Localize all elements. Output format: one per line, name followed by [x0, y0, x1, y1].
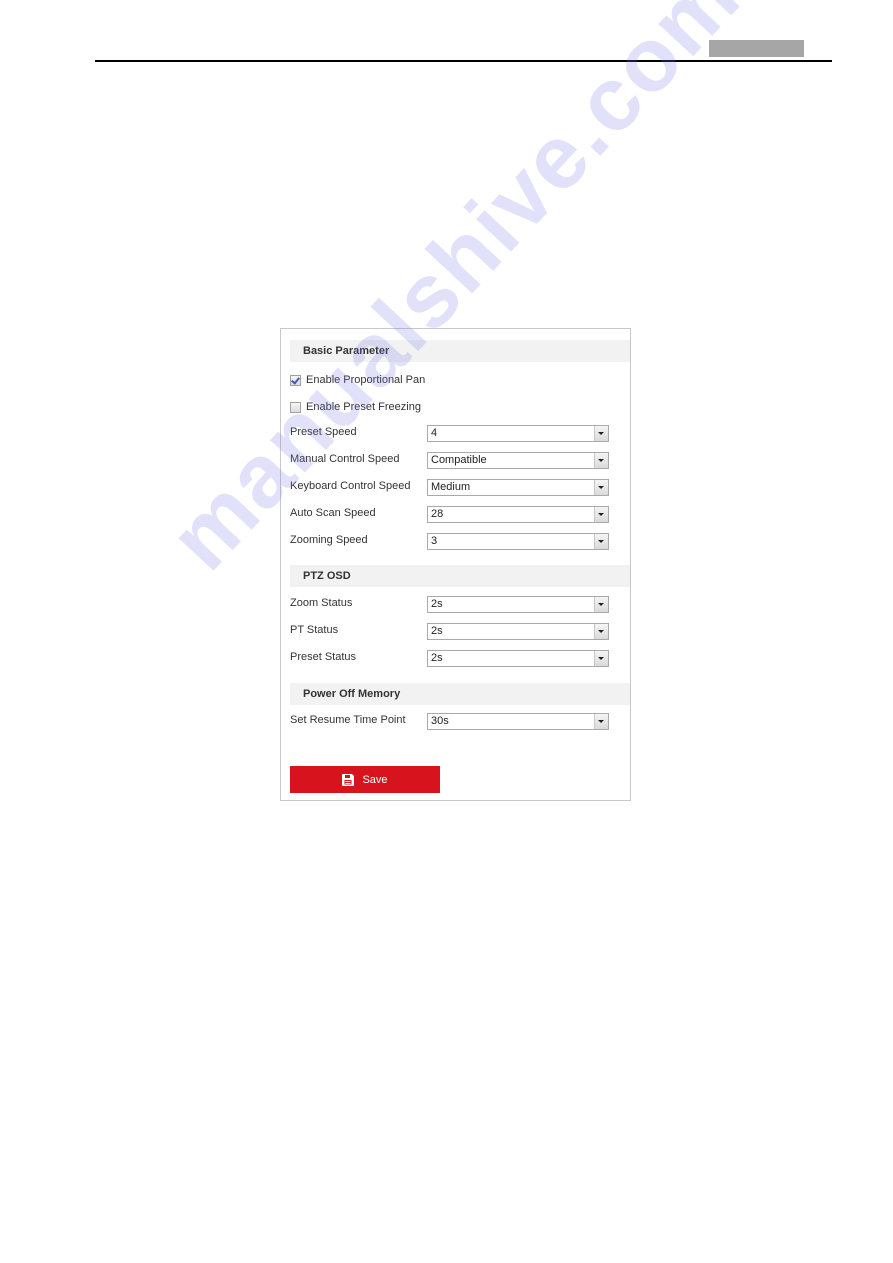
field-label: Preset Speed [290, 426, 357, 438]
dropdown-arrow-icon[interactable] [594, 651, 608, 666]
keyboard-control-speed-row: Keyboard Control Speed Medium [290, 479, 609, 496]
select-value: 2s [431, 652, 443, 664]
select-value: 3 [431, 535, 438, 547]
section-power-off-memory: Power Off Memory [290, 683, 630, 705]
field-label: Manual Control Speed [290, 453, 400, 465]
manual-control-speed-row: Manual Control Speed Compatible [290, 452, 609, 469]
checkbox-label: Enable Preset Freezing [306, 401, 421, 413]
select-value: 2s [431, 598, 443, 610]
select-value: 2s [431, 625, 443, 637]
pt-status-row: PT Status 2s [290, 623, 609, 640]
dropdown-arrow-icon[interactable] [594, 534, 608, 549]
field-label: Zoom Status [290, 597, 353, 609]
checkbox-unchecked-icon[interactable] [290, 401, 301, 413]
checkbox-label: Enable Proportional Pan [306, 374, 426, 386]
dropdown-arrow-icon[interactable] [594, 714, 608, 729]
zoom-status-row: Zoom Status 2s [290, 596, 609, 613]
checkbox-checked-icon[interactable] [290, 374, 301, 386]
section-basic-parameter: Basic Parameter [290, 340, 630, 362]
field-label: Set Resume Time Point [290, 714, 406, 726]
dropdown-arrow-icon[interactable] [594, 480, 608, 495]
resume-time-point-select[interactable]: 30s [427, 713, 609, 730]
floppy-disk-icon [342, 773, 355, 786]
select-value: 28 [431, 508, 444, 520]
select-value: Medium [431, 481, 471, 493]
ptz-settings-panel: Basic Parameter Enable Proportional Pan … [280, 328, 631, 801]
dropdown-arrow-icon[interactable] [594, 597, 608, 612]
dropdown-arrow-icon[interactable] [594, 507, 608, 522]
preset-speed-row: Preset Speed 4 [290, 425, 609, 442]
auto-scan-speed-row: Auto Scan Speed 28 [290, 506, 609, 523]
select-value: 4 [431, 427, 438, 439]
preset-status-row: Preset Status 2s [290, 650, 609, 667]
dropdown-arrow-icon[interactable] [594, 453, 608, 468]
zooming-speed-row: Zooming Speed 3 [290, 533, 609, 550]
keyboard-control-speed-select[interactable]: Medium [427, 479, 609, 496]
auto-scan-speed-select[interactable]: 28 [427, 506, 609, 523]
enable-preset-freezing-checkbox[interactable]: Enable Preset Freezing [290, 399, 421, 415]
field-label: PT Status [290, 624, 339, 636]
preset-status-select[interactable]: 2s [427, 650, 609, 667]
preset-speed-select[interactable]: 4 [427, 425, 609, 442]
header-tab-block [709, 40, 804, 57]
zoom-status-select[interactable]: 2s [427, 596, 609, 613]
save-button-label: Save [362, 773, 388, 786]
field-label: Keyboard Control Speed [290, 480, 411, 492]
field-label: Auto Scan Speed [290, 507, 376, 519]
pt-status-select[interactable]: 2s [427, 623, 609, 640]
zooming-speed-select[interactable]: 3 [427, 533, 609, 550]
section-ptz-osd: PTZ OSD [290, 565, 630, 587]
select-value: 30s [431, 715, 449, 727]
dropdown-arrow-icon[interactable] [594, 426, 608, 441]
select-value: Compatible [431, 454, 487, 466]
dropdown-arrow-icon[interactable] [594, 624, 608, 639]
save-button[interactable]: Save [290, 766, 440, 793]
manual-control-speed-select[interactable]: Compatible [427, 452, 609, 469]
field-label: Preset Status [290, 651, 357, 663]
field-label: Zooming Speed [290, 534, 368, 546]
header-rule [95, 60, 832, 62]
enable-proportional-pan-checkbox[interactable]: Enable Proportional Pan [290, 372, 425, 388]
set-resume-time-point-row: Set Resume Time Point 30s [290, 713, 609, 730]
